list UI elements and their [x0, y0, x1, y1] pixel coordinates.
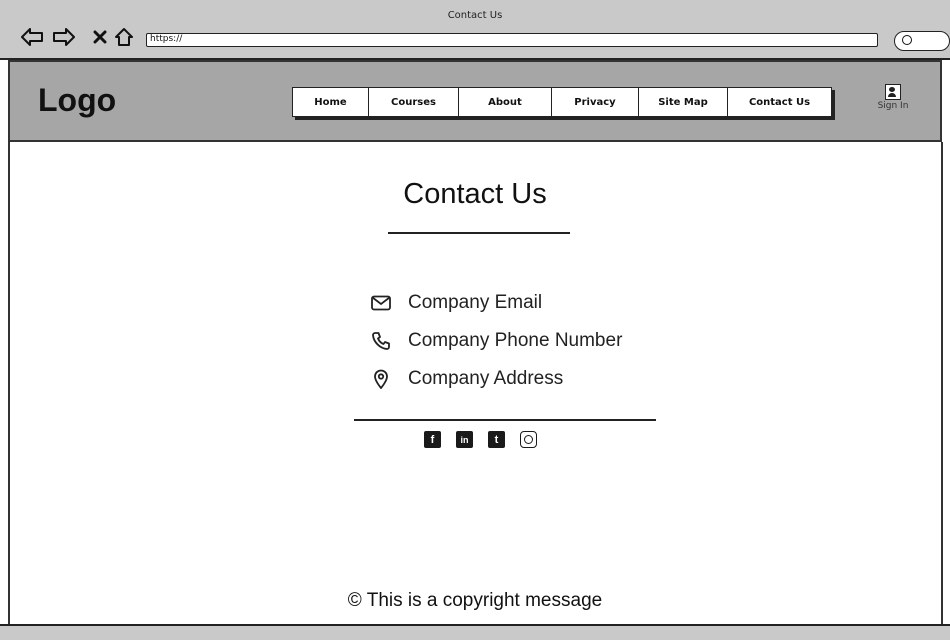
contact-address-row[interactable]: Company Address	[370, 366, 563, 392]
main-menu: Home Courses About Privacy Site Map Cont…	[292, 87, 832, 117]
site-header: Logo Home Courses About Privacy Site Map…	[8, 60, 942, 142]
menu-item-privacy[interactable]: Privacy	[552, 88, 639, 116]
frame-right-border	[941, 142, 943, 624]
sign-in-label: Sign In	[877, 101, 909, 111]
browser-bottom-bar	[0, 624, 950, 640]
envelope-icon	[370, 292, 392, 314]
menu-item-contact-us[interactable]: Contact Us	[728, 88, 831, 116]
url-bar[interactable]: https://	[146, 33, 878, 47]
instagram-icon[interactable]	[520, 431, 537, 448]
menu-item-courses[interactable]: Courses	[369, 88, 459, 116]
page-title: Contact Us	[403, 178, 547, 210]
sign-in-button[interactable]: Sign In	[872, 84, 914, 111]
menu-item-home[interactable]: Home	[293, 88, 369, 116]
menu-item-site-map[interactable]: Site Map	[639, 88, 728, 116]
browser-chrome: Contact Us https://	[0, 0, 950, 60]
contact-address-text: Company Address	[408, 368, 564, 389]
window-title: Contact Us	[447, 10, 503, 21]
user-icon	[885, 84, 901, 100]
copyright-text: © This is a copyright message	[347, 590, 603, 611]
phone-icon	[370, 330, 392, 352]
forward-arrow-icon[interactable]	[52, 25, 76, 49]
social-links: f in t	[424, 431, 537, 448]
section-divider	[354, 419, 656, 421]
location-pin-icon	[370, 368, 392, 390]
frame-left-border	[8, 142, 10, 624]
title-underline	[388, 232, 570, 234]
back-arrow-icon[interactable]	[20, 25, 44, 49]
linkedin-icon[interactable]: in	[456, 431, 473, 448]
contact-phone-row[interactable]: Company Phone Number	[370, 328, 622, 354]
contact-email-row[interactable]: Company Email	[370, 290, 542, 316]
browser-search-field[interactable]	[894, 31, 950, 51]
menu-item-about[interactable]: About	[459, 88, 552, 116]
contact-phone-text: Company Phone Number	[408, 330, 623, 351]
search-icon	[902, 35, 912, 45]
facebook-icon[interactable]: f	[424, 431, 441, 448]
contact-email-text: Company Email	[408, 292, 543, 313]
close-icon[interactable]	[88, 25, 112, 49]
logo[interactable]: Logo	[38, 82, 116, 119]
twitter-icon[interactable]: t	[488, 431, 505, 448]
home-icon[interactable]	[112, 25, 136, 49]
